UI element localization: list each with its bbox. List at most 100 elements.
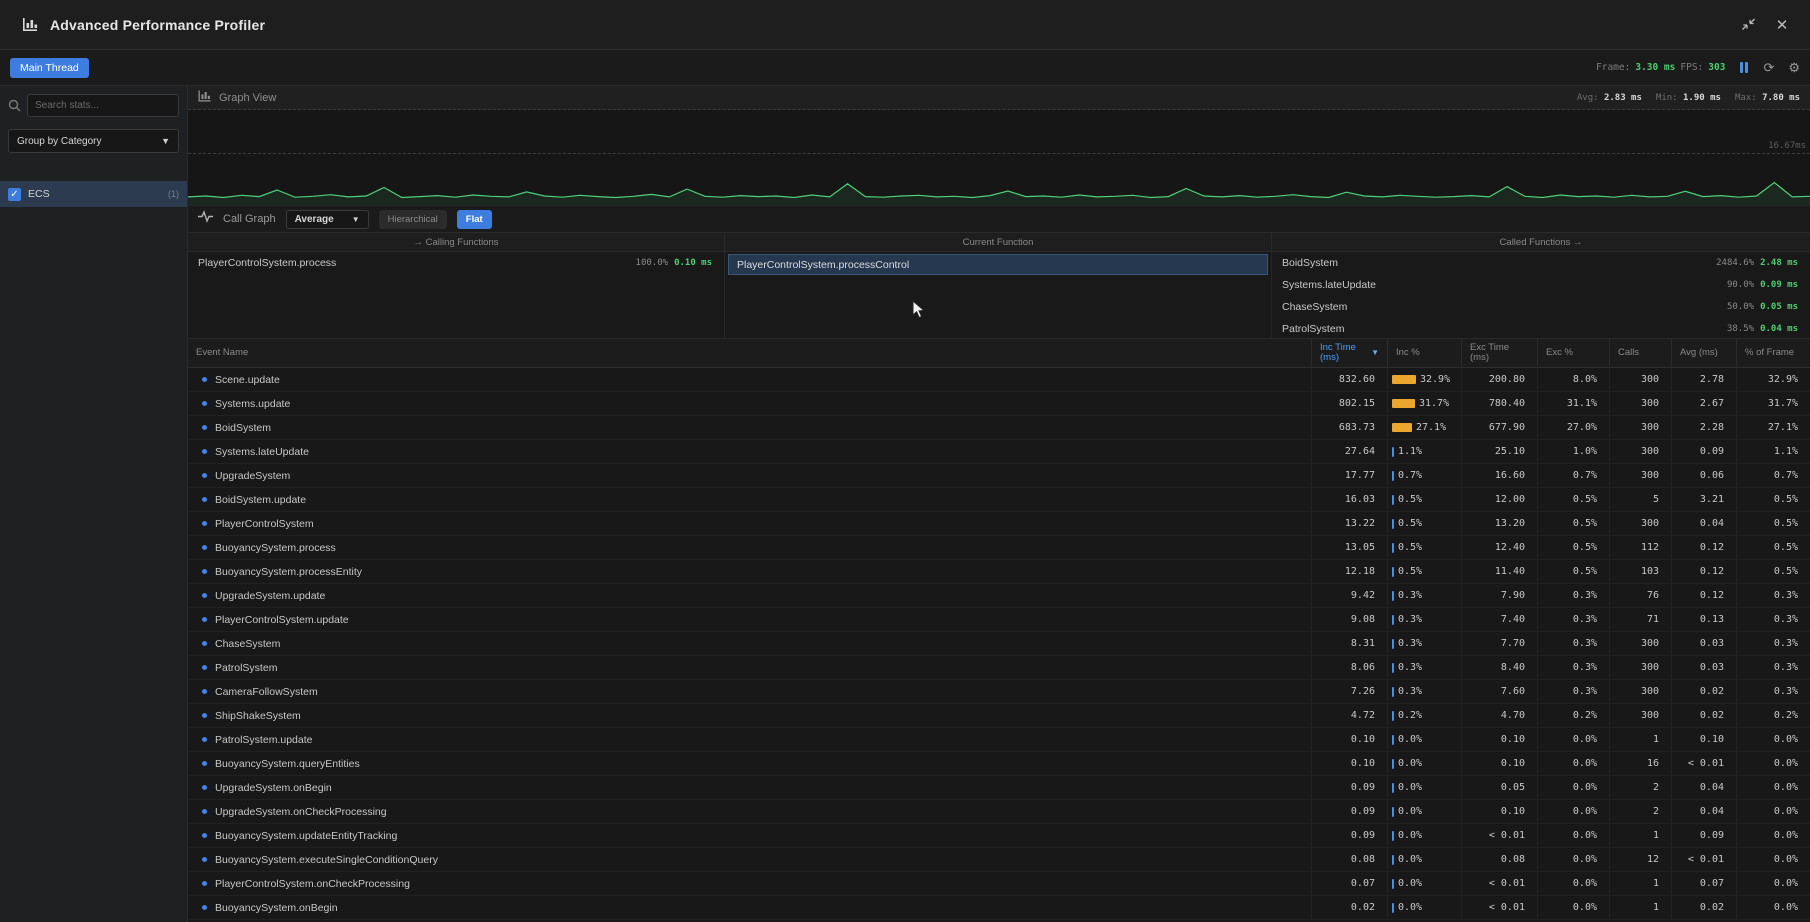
table-row[interactable]: PlayerControlSystem 13.22 0.5% 13.20 0.5… (188, 512, 1810, 536)
exc-pct-cell: 0.0% (1538, 728, 1610, 751)
pause-icon[interactable] (1739, 62, 1749, 73)
called-function-row[interactable]: Systems.lateUpdate 90.0% 0.09 ms (1272, 274, 1810, 296)
called-function-row[interactable]: ChaseSystem 50.0% 0.05 ms (1272, 296, 1810, 318)
frame-pct-cell: 0.5% (1737, 560, 1810, 583)
inc-pct-cell: 0.0% (1388, 872, 1462, 895)
table-row[interactable]: BuoyancySystem.executeSingleConditionQue… (188, 848, 1810, 872)
called-function-row[interactable]: PatrolSystem 38.5% 0.04 ms (1272, 318, 1810, 338)
titlebar: Advanced Performance Profiler ✕ (0, 0, 1810, 50)
search-input[interactable] (27, 94, 179, 117)
table-row[interactable]: Scene.update 832.60 32.9% 200.80 8.0% 30… (188, 368, 1810, 392)
close-icon[interactable]: ✕ (1768, 13, 1796, 37)
group-by-select[interactable]: Group by Category ▼ (8, 129, 179, 153)
avg-cell: 0.04 (1672, 512, 1737, 535)
header-inc-time[interactable]: Inc Time (ms) ▼ (1312, 339, 1388, 367)
event-name: Scene.update (215, 374, 280, 386)
events-table-header: Event Name Inc Time (ms) ▼ Inc % Exc Tim… (188, 338, 1810, 368)
fps-label: FPS: (1680, 62, 1703, 73)
inc-time-cell: 9.08 (1312, 608, 1388, 631)
calls-cell: 76 (1610, 584, 1672, 607)
graph-view-header: Graph View Avg: 2.83 ms Min: 1.90 ms Max… (188, 86, 1810, 110)
minimize-icon[interactable] (1734, 13, 1762, 37)
exc-time-cell: 780.40 (1462, 392, 1538, 415)
filter-tag[interactable] (26, 165, 40, 173)
header-frame-pct[interactable]: % of Frame (1737, 339, 1810, 367)
table-row[interactable]: BoidSystem 683.73 27.1% 677.90 27.0% 300… (188, 416, 1810, 440)
table-row[interactable]: CameraFollowSystem 7.26 0.3% 7.60 0.3% 3… (188, 680, 1810, 704)
table-row[interactable]: Systems.lateUpdate 27.64 1.1% 25.10 1.0%… (188, 440, 1810, 464)
calling-function-row[interactable]: PlayerControlSystem.process 100.0% 0.10 … (188, 252, 724, 274)
inc-pct-bar (1392, 495, 1394, 505)
exc-time-cell: < 0.01 (1462, 824, 1538, 847)
hierarchical-button[interactable]: Hierarchical (379, 210, 447, 229)
group-by-value: Group by Category (17, 136, 102, 147)
main-thread-button[interactable]: Main Thread (10, 58, 89, 78)
search-icon (8, 99, 21, 112)
calls-cell: 300 (1610, 704, 1672, 727)
table-row[interactable]: PlayerControlSystem.update 9.08 0.3% 7.4… (188, 608, 1810, 632)
calls-cell: 300 (1610, 680, 1672, 703)
table-row[interactable]: PatrolSystem 8.06 0.3% 8.40 0.3% 300 0.0… (188, 656, 1810, 680)
table-row[interactable]: ShipShakeSystem 4.72 0.2% 4.70 0.2% 300 … (188, 704, 1810, 728)
table-row[interactable]: BuoyancySystem.processEntity 12.18 0.5% … (188, 560, 1810, 584)
inc-pct-bar (1392, 807, 1394, 817)
header-exc-time[interactable]: Exc Time (ms) (1462, 339, 1538, 367)
table-row[interactable]: PatrolSystem.update 0.10 0.0% 0.10 0.0% … (188, 728, 1810, 752)
avg-cell: 0.02 (1672, 680, 1737, 703)
table-row[interactable]: ChaseSystem 8.31 0.3% 7.70 0.3% 300 0.03… (188, 632, 1810, 656)
call-graph-column-headers: → Calling Functions Current Function Cal… (188, 232, 1810, 252)
header-event-name[interactable]: Event Name (188, 339, 1312, 367)
table-row[interactable]: UpgradeSystem.onCheckProcessing 0.09 0.0… (188, 800, 1810, 824)
filter-tag[interactable] (44, 165, 58, 173)
event-name: PlayerControlSystem.update (215, 614, 349, 626)
aggregation-select[interactable]: Average ▼ (286, 210, 369, 229)
table-row[interactable]: Systems.update 802.15 31.7% 780.40 31.1%… (188, 392, 1810, 416)
inc-pct-cell: 0.2% (1388, 704, 1462, 727)
frame-time-graph[interactable]: 16.67ms (188, 110, 1810, 205)
current-function-box[interactable]: PlayerControlSystem.processControl (728, 254, 1268, 275)
waveform-icon (198, 210, 213, 228)
frame-value: 3.30 ms (1635, 62, 1675, 73)
exc-pct-cell: 0.3% (1538, 584, 1610, 607)
exc-time-cell: 7.70 (1462, 632, 1538, 655)
table-row[interactable]: BuoyancySystem.queryEntities 0.10 0.0% 0… (188, 752, 1810, 776)
call-graph-title: Call Graph (223, 213, 276, 225)
inc-pct-cell: 0.0% (1388, 776, 1462, 799)
event-dot-icon (202, 833, 207, 838)
table-row[interactable]: UpgradeSystem.update 9.42 0.3% 7.90 0.3%… (188, 584, 1810, 608)
frame-label: Frame: (1596, 62, 1630, 73)
table-row[interactable]: UpgradeSystem 17.77 0.7% 16.60 0.7% 300 … (188, 464, 1810, 488)
header-inc-pct[interactable]: Inc % (1388, 339, 1462, 367)
refresh-icon[interactable]: ⟳ (1763, 61, 1774, 74)
frame-pct-cell: 0.0% (1737, 752, 1810, 775)
event-name: UpgradeSystem.onCheckProcessing (215, 806, 387, 818)
inc-pct-bar (1392, 567, 1394, 577)
flat-button[interactable]: Flat (457, 210, 492, 229)
table-row[interactable]: BuoyancySystem.onBegin 0.02 0.0% < 0.01 … (188, 896, 1810, 920)
event-name: BuoyancySystem.onBegin (215, 902, 338, 914)
filter-tag[interactable] (62, 165, 76, 173)
fps-value: 303 (1708, 62, 1725, 73)
table-row[interactable]: BuoyancySystem.process 13.05 0.5% 12.40 … (188, 536, 1810, 560)
filter-tags (0, 159, 187, 181)
header-calls[interactable]: Calls (1610, 339, 1672, 367)
frame-pct-cell: 0.5% (1737, 488, 1810, 511)
inc-pct-cell: 0.5% (1388, 536, 1462, 559)
event-dot-icon (202, 449, 207, 454)
header-avg[interactable]: Avg (ms) (1672, 339, 1737, 367)
table-row[interactable]: UpgradeSystem.onBegin 0.09 0.0% 0.05 0.0… (188, 776, 1810, 800)
table-row[interactable]: BuoyancySystem.updateEntityTracking 0.09… (188, 824, 1810, 848)
exc-time-cell: 12.00 (1462, 488, 1538, 511)
called-function-row[interactable]: BoidSystem 2484.6% 2.48 ms (1272, 252, 1810, 274)
bar-chart-icon (22, 17, 38, 32)
inc-pct-bar (1392, 591, 1394, 601)
filter-tag[interactable] (8, 165, 22, 173)
table-row[interactable]: BoidSystem.update 16.03 0.5% 12.00 0.5% … (188, 488, 1810, 512)
gear-icon[interactable]: ⚙ (1788, 61, 1800, 74)
inc-pct-cell: 0.0% (1388, 800, 1462, 823)
checkbox-checked-icon[interactable]: ✓ (8, 188, 21, 201)
sidebar-item-ecs[interactable]: ✓ ECS (1) (0, 181, 187, 207)
table-row[interactable]: PlayerControlSystem.onCheckProcessing 0.… (188, 872, 1810, 896)
sort-desc-icon: ▼ (1371, 349, 1379, 358)
header-exc-pct[interactable]: Exc % (1538, 339, 1610, 367)
